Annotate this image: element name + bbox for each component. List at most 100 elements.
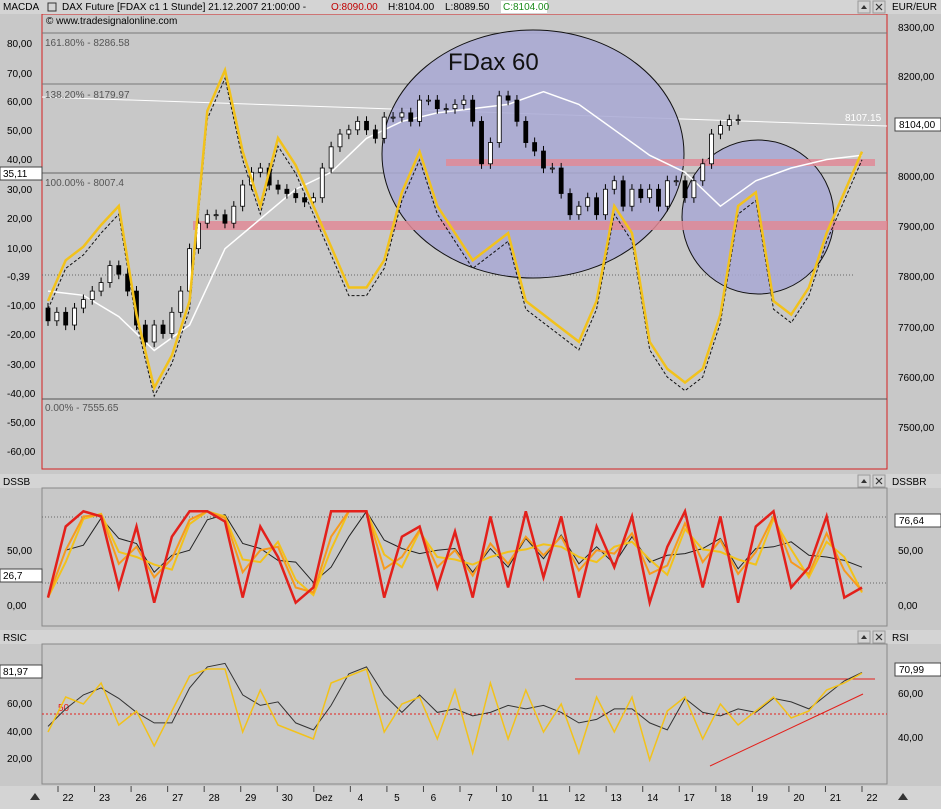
- currency-label: EUR/EUR: [892, 2, 937, 13]
- left-tick: -60,00: [7, 447, 36, 458]
- price-bar-body: [160, 324, 166, 334]
- price-bar-body: [319, 167, 325, 199]
- x-tick-label: 18: [720, 793, 732, 804]
- price-bar-body: [116, 265, 122, 275]
- right-tick: 7900,00: [898, 222, 935, 233]
- x-tick-label: 7: [467, 793, 473, 804]
- price-bar-body: [328, 146, 334, 169]
- price-bar-body: [709, 133, 714, 165]
- left-tick: 70,00: [7, 69, 32, 80]
- price-bar-body: [505, 95, 511, 101]
- price-bar-body: [452, 103, 458, 110]
- x-tick-label: 22: [62, 793, 74, 804]
- price-bar-body: [257, 167, 263, 173]
- right-tick: 8000,00: [898, 172, 935, 183]
- price-bar-body: [479, 120, 484, 165]
- right-tick: 8200,00: [898, 72, 935, 83]
- scroll-up-icon[interactable]: [857, 0, 871, 14]
- right-tick: 7800,00: [898, 272, 935, 283]
- x-tick-label: 21: [830, 793, 842, 804]
- price-bar-body: [523, 120, 529, 143]
- price-bar-body: [125, 273, 131, 292]
- x-tick-label: 17: [684, 793, 696, 804]
- x-axis: 22 23 26 27 28 29 30 Dez 4 5 6 7 10 11 12 13 14 17 18 19 20 2…: [0, 786, 941, 809]
- price-bar-body: [611, 180, 617, 190]
- x-tick-label: 23: [99, 793, 111, 804]
- price-bar-body: [390, 116, 396, 119]
- price-bar-body: [603, 188, 608, 216]
- current-price-value: 8104,00: [899, 120, 936, 131]
- close-value: C:8104.00: [503, 2, 550, 13]
- low-value: L:8089.50: [445, 2, 490, 13]
- price-bar-body: [98, 282, 104, 292]
- panel-dssb: DSSB DSSBR 50,00 0,00 50,00 0,00 26,7 76…: [0, 474, 941, 627]
- price-bar-body: [726, 119, 732, 126]
- price-bar-body: [284, 188, 290, 194]
- left-tick: -0,39: [7, 272, 30, 283]
- resistance-zone-lower: [193, 221, 887, 230]
- header-bar: MACDA DAX Future [FDAX c1 1 Stunde] 21.1…: [0, 0, 941, 14]
- price-bar-body: [222, 214, 228, 224]
- price-bar-body: [673, 180, 679, 183]
- close-icon[interactable]: [872, 474, 886, 488]
- dssb-right-tick: 50,00: [898, 546, 923, 557]
- close-icon[interactable]: [872, 630, 886, 644]
- dssb-plot-frame: [41, 487, 888, 627]
- price-bar-body: [204, 214, 210, 224]
- rsi-left-tick: 40,00: [7, 727, 32, 738]
- dssb-left-tick: 50,00: [7, 546, 32, 557]
- high-value: H:8104.00: [388, 2, 435, 13]
- price-bar-body: [417, 99, 423, 122]
- rsi-current-left: 81,97: [3, 667, 28, 678]
- dssb-current-right: 76,64: [899, 516, 924, 527]
- price-bar-body: [142, 324, 148, 343]
- price-bar-body: [178, 290, 184, 313]
- price-bar-body: [514, 99, 520, 122]
- x-tick-label: 10: [501, 793, 513, 804]
- rsi-left-tick: 20,00: [7, 754, 32, 765]
- price-bar-body: [72, 307, 77, 326]
- fib-label-138: 138.20% - 8179.97: [45, 90, 130, 101]
- left-tick: 30,00: [7, 185, 32, 196]
- x-tick-label: 19: [757, 793, 769, 804]
- left-tick: -40,00: [7, 389, 36, 400]
- rsi-right-tick: 60,00: [898, 689, 923, 700]
- rsi-right-tick: 40,00: [898, 733, 923, 744]
- price-bar-body: [275, 184, 281, 190]
- price-bar-body: [151, 324, 157, 343]
- right-tick: 7600,00: [898, 373, 935, 384]
- price-bar-body: [567, 193, 573, 216]
- price-bar-body: [337, 133, 343, 148]
- price-bar-body: [372, 129, 378, 139]
- price-bar-body: [240, 184, 246, 207]
- close-icon[interactable]: [872, 0, 886, 14]
- rsi-label-left: RSIC: [3, 633, 27, 644]
- price-bar-body: [231, 205, 237, 224]
- price-bar-body: [346, 129, 352, 135]
- rsi-label-right: RSI: [892, 633, 909, 644]
- price-bar-body: [558, 167, 564, 194]
- price-bar-body: [532, 142, 538, 152]
- x-tick-label: 5: [394, 793, 400, 804]
- price-bar-body: [399, 112, 405, 118]
- dssb-current-left: 26,7: [3, 571, 23, 582]
- price-bar-body: [381, 116, 387, 139]
- price-bar-body: [487, 142, 493, 165]
- copyright-text: © www.tradesignalonline.com: [46, 16, 177, 27]
- price-bar-body: [656, 188, 661, 207]
- x-tick-label: 14: [647, 793, 659, 804]
- left-tick: 60,00: [7, 97, 32, 108]
- left-tick: 80,00: [7, 39, 32, 50]
- price-bar-body: [620, 180, 626, 207]
- price-bar-body: [735, 119, 741, 122]
- right-tick: 7500,00: [898, 423, 935, 434]
- instrument-title: DAX Future [FDAX c1 1 Stunde] 21.12.2007…: [62, 2, 306, 13]
- x-tick-label: 13: [611, 793, 623, 804]
- left-tick: -50,00: [7, 418, 36, 429]
- scroll-up-icon[interactable]: [857, 630, 871, 644]
- scroll-up-icon[interactable]: [857, 474, 871, 488]
- left-tick: 10,00: [7, 244, 32, 255]
- x-tick-label: 28: [209, 793, 221, 804]
- x-tick-label: 11: [538, 793, 549, 804]
- open-value: O:8090.00: [331, 2, 378, 13]
